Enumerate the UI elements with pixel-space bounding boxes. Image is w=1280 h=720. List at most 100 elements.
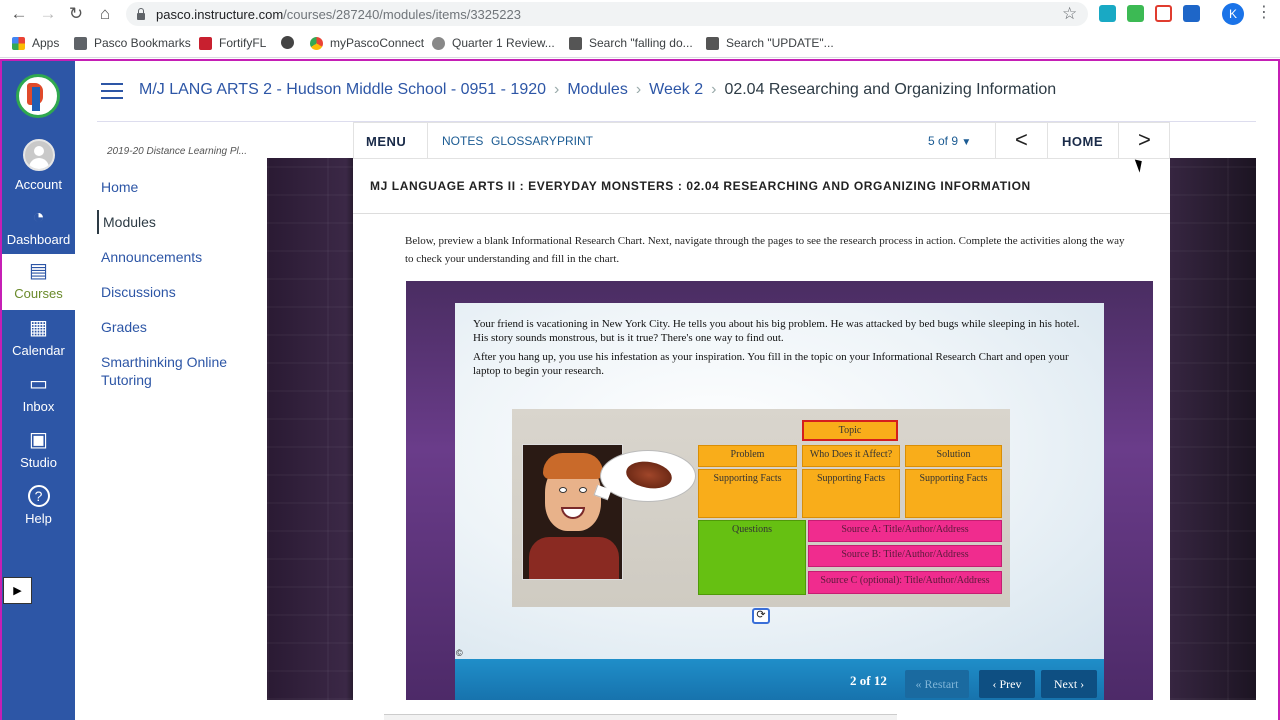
- forward-arrow-icon[interactable]: →: [37, 3, 59, 25]
- nav-expand-button[interactable]: ▶: [3, 577, 32, 604]
- prev-page-button[interactable]: <: [1015, 127, 1028, 153]
- notes-button[interactable]: NOTES: [442, 134, 483, 148]
- dashboard-icon: ◔: [32, 206, 45, 228]
- browser-menu-icon[interactable]: ⋮: [1256, 4, 1272, 22]
- back-arrow-icon[interactable]: ←: [8, 3, 30, 25]
- breadcrumb-course[interactable]: M/J LANG ARTS 2 - Hudson Middle School -…: [139, 81, 546, 99]
- refresh-icon[interactable]: ⟳: [752, 608, 770, 624]
- nav-label: Calendar: [12, 343, 65, 358]
- nav-label: Dashboard: [6, 232, 71, 247]
- nav-dashboard[interactable]: ◔ Dashboard: [2, 206, 75, 247]
- menu-button[interactable]: MENU: [366, 134, 406, 149]
- chart-topic: Topic: [802, 420, 898, 441]
- toolbar-divider: [1118, 123, 1119, 159]
- activity-paragraph: Your friend is vacationing in New York C…: [473, 318, 1080, 344]
- activity-prev-button[interactable]: ‹ Prev: [979, 670, 1035, 698]
- glossary-button[interactable]: GLOSSARY: [491, 134, 557, 148]
- breadcrumb-week[interactable]: Week 2: [649, 81, 703, 99]
- inbox-icon: ▭: [29, 373, 48, 395]
- extension-record-icon[interactable]: [1155, 5, 1172, 22]
- chevron-right-icon: ›: [711, 81, 717, 98]
- help-icon: ?: [27, 485, 50, 507]
- nav-studio[interactable]: ▣ Studio: [2, 429, 75, 470]
- apps-grid-icon: [12, 36, 25, 50]
- extension-sway-icon[interactable]: [1183, 5, 1200, 22]
- fortifyfl-icon: [199, 36, 212, 50]
- chart-solution: Solution: [905, 445, 1002, 467]
- chart-supporting-facts: Supporting Facts: [905, 469, 1002, 518]
- hamburger-menu-icon[interactable]: [101, 83, 123, 99]
- folder-icon: [74, 36, 87, 50]
- chart-problem: Problem: [698, 445, 797, 467]
- term-label: 2019-20 Distance Learning Pl...: [107, 146, 248, 157]
- bookmark-mypascoconnect[interactable]: myPascoConnect: [310, 36, 424, 50]
- nav-account[interactable]: Account: [2, 139, 75, 192]
- nav-help[interactable]: ? Help: [2, 485, 75, 526]
- bookmark-pasco[interactable]: Pasco Bookmarks: [74, 36, 191, 50]
- bookmark-page-icon: [706, 36, 719, 50]
- url-host: pasco.instructure.com: [156, 6, 284, 22]
- chart-supporting-facts: Supporting Facts: [802, 469, 900, 518]
- toolbar-divider: [995, 123, 996, 159]
- page-counter-dropdown[interactable]: 5 of 9 ▼: [928, 134, 971, 148]
- chart-source-a: Source A: Title/Author/Address: [808, 520, 1002, 542]
- nav-label: Account: [15, 177, 62, 192]
- lesson-title: MJ LANGUAGE ARTS II : EVERYDAY MONSTERS …: [370, 179, 1031, 193]
- toolbar-divider: [1047, 123, 1048, 159]
- nav-calendar[interactable]: ▦ Calendar: [2, 317, 75, 358]
- course-nav: Home Modules Announcements Discussions G…: [97, 175, 257, 403]
- course-nav-grades[interactable]: Grades: [97, 315, 257, 339]
- profile-avatar[interactable]: K: [1222, 3, 1244, 25]
- course-nav-modules[interactable]: Modules: [97, 210, 257, 234]
- chart-source-b: Source B: Title/Author/Address: [808, 545, 1002, 567]
- bookmark-globe[interactable]: [281, 36, 301, 49]
- bookmarks-bar: Apps Pasco Bookmarks FortifyFL myPascoCo…: [0, 28, 1280, 58]
- atom-icon: [432, 36, 445, 50]
- breadcrumb-modules[interactable]: Modules: [567, 81, 627, 99]
- home-icon[interactable]: ⌂: [94, 3, 116, 25]
- course-nav-discussions[interactable]: Discussions: [97, 280, 257, 304]
- bookmark-search-update[interactable]: Search "UPDATE"...: [706, 36, 834, 50]
- bookmark-label: myPascoConnect: [330, 36, 425, 50]
- lesson-toolbar: MENU NOTES GLOSSARY PRINT 5 of 9 ▼ < HOM…: [353, 122, 1170, 159]
- bookmark-label: Search "falling do...: [589, 36, 693, 50]
- address-bar[interactable]: pasco.instructure.com/courses/287240/mod…: [126, 2, 1088, 26]
- home-button[interactable]: HOME: [1062, 134, 1103, 149]
- chevron-right-icon: ›: [635, 81, 642, 98]
- globe-icon: [281, 36, 294, 49]
- nav-inbox[interactable]: ▭ Inbox: [2, 373, 75, 414]
- url-path: /courses/287240/modules/items/3325223: [283, 6, 521, 22]
- bookmark-apps[interactable]: Apps: [12, 36, 59, 50]
- chart-supporting-facts: Supporting Facts: [698, 469, 797, 518]
- title-divider: [353, 213, 1170, 214]
- activity-next-button[interactable]: Next ›: [1041, 670, 1097, 698]
- nav-courses[interactable]: ▤ Courses: [2, 254, 75, 310]
- bookmark-star-icon[interactable]: ☆: [1062, 4, 1077, 24]
- next-page-button[interactable]: >: [1138, 127, 1151, 153]
- extension-edit-icon[interactable]: [1127, 5, 1144, 22]
- extension-cloud-icon[interactable]: [1099, 5, 1116, 22]
- pasco-logo[interactable]: [16, 74, 60, 118]
- chart-questions: Questions: [698, 520, 806, 595]
- course-nav-home[interactable]: Home: [97, 175, 257, 199]
- toolbar-divider: [427, 123, 428, 159]
- bookmark-quarter-review[interactable]: Quarter 1 Review...: [432, 36, 555, 50]
- nav-label: Help: [25, 511, 52, 526]
- bookmark-label: Apps: [32, 36, 60, 50]
- account-avatar-icon: [22, 139, 55, 171]
- reload-icon[interactable]: ↻: [65, 3, 87, 25]
- restart-button[interactable]: « Restart: [905, 670, 969, 698]
- calendar-icon: ▦: [29, 317, 48, 339]
- studio-icon: ▣: [29, 429, 48, 451]
- bookmark-fortifyfl[interactable]: FortifyFL: [199, 36, 266, 50]
- course-nav-announcements[interactable]: Announcements: [97, 245, 257, 269]
- chrome-icon: [310, 36, 323, 50]
- page-counter-label: 5 of 9: [928, 134, 959, 148]
- lesson-intro: Below, preview a blank Informational Res…: [405, 235, 1125, 265]
- bookmark-search-falling[interactable]: Search "falling do...: [569, 36, 693, 50]
- course-nav-smarthinking[interactable]: Smarthinking Online Tutoring: [97, 350, 257, 392]
- print-button[interactable]: PRINT: [557, 134, 593, 148]
- title-lesson: 02.04 RESEARCHING AND ORGANIZING INFORMA…: [686, 179, 1031, 193]
- activity-page-count: 2 of 12: [850, 673, 887, 688]
- copyright-icon: ©: [456, 648, 463, 658]
